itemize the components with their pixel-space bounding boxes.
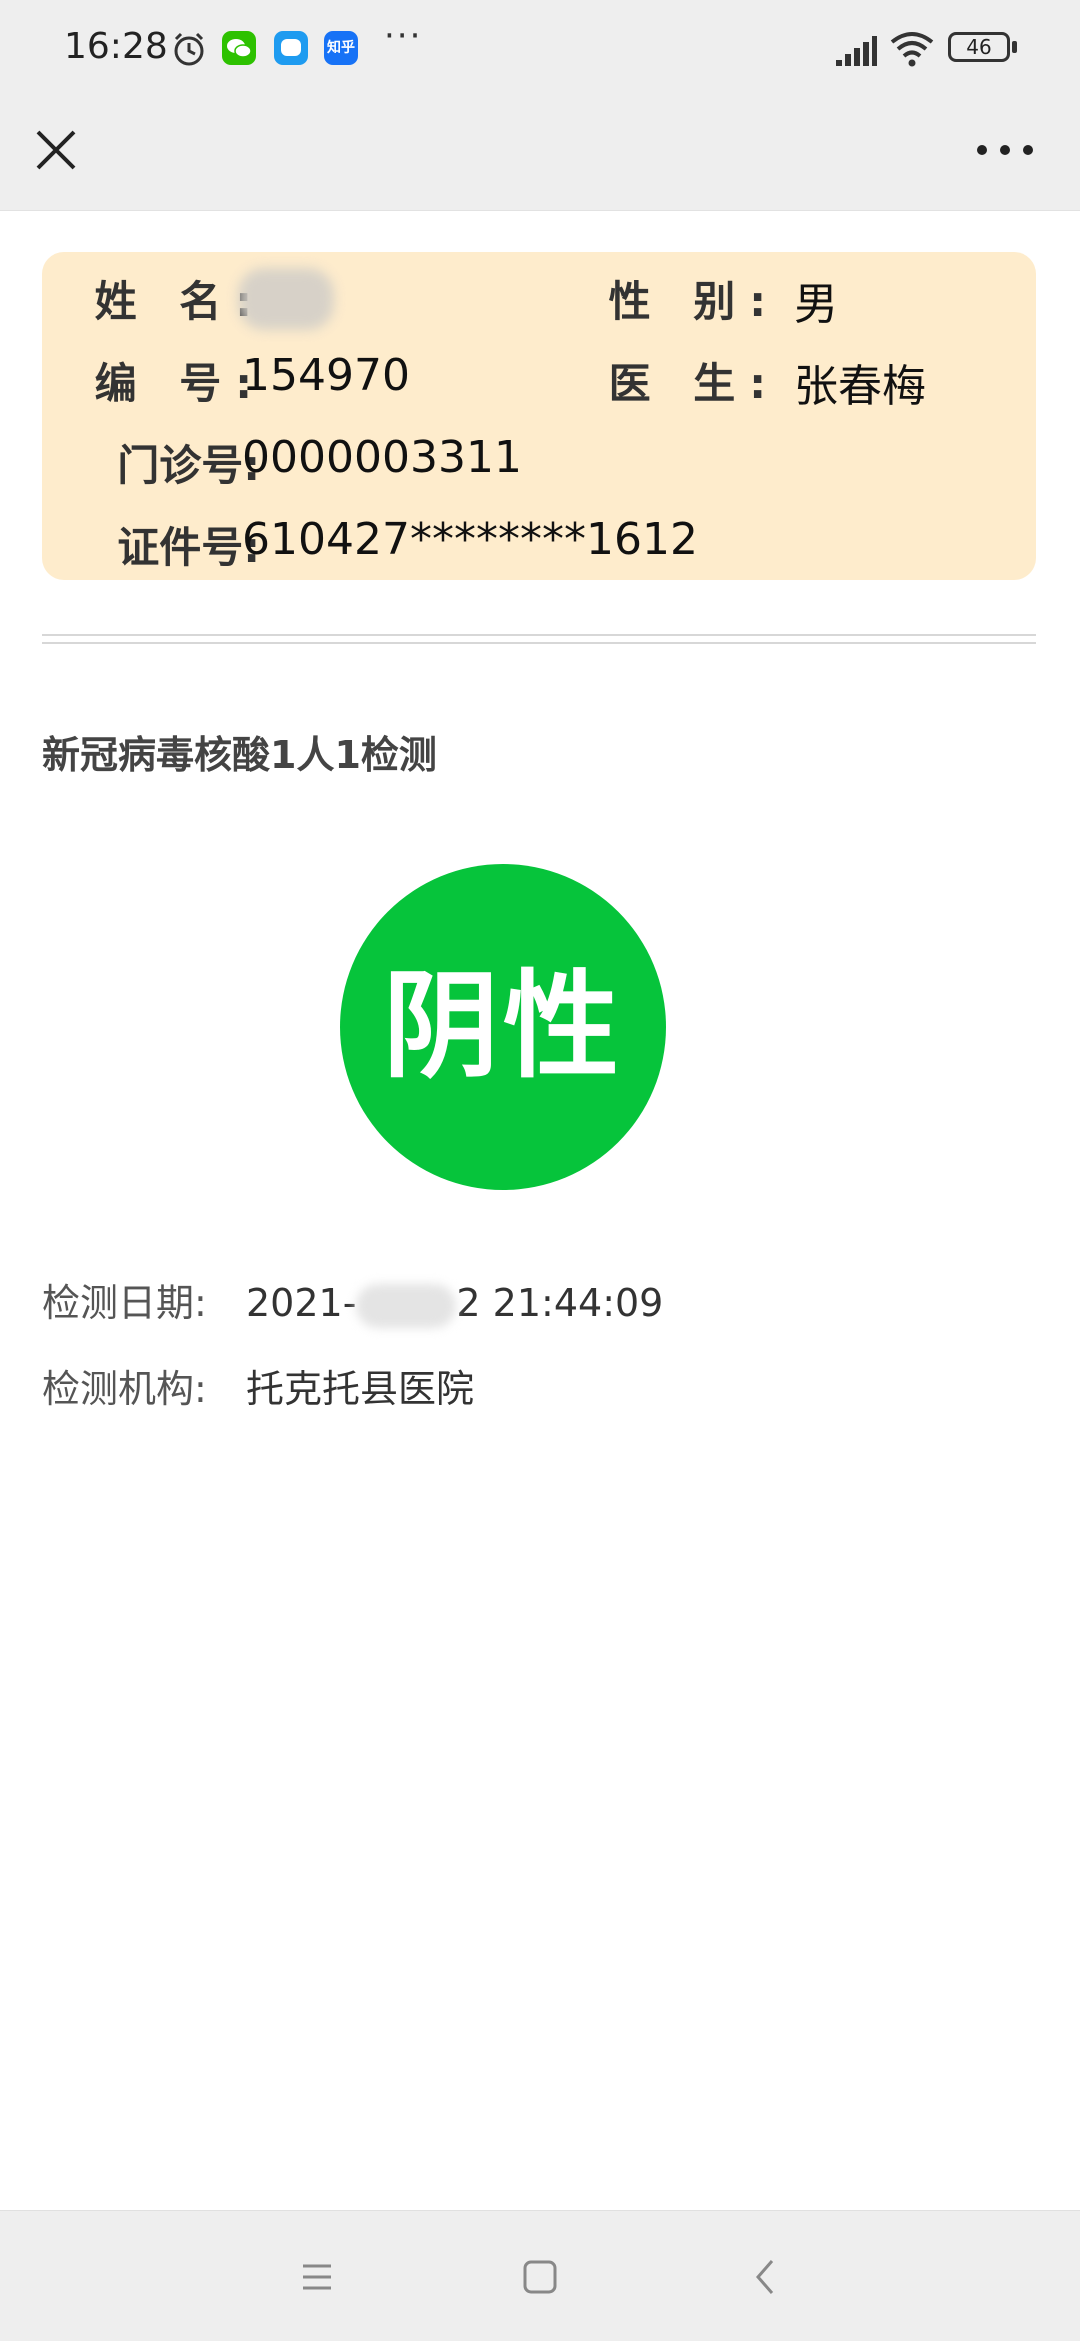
detection-date-suffix: 2 21:44:09 (456, 1281, 664, 1325)
id-label: 编 号: (94, 359, 266, 408)
doctor-value: 张春梅 (794, 361, 926, 412)
signal-icon (836, 36, 877, 66)
back-icon[interactable] (738, 2249, 794, 2305)
close-icon[interactable] (28, 122, 84, 178)
section-divider (42, 634, 1036, 644)
sex-label: 性 别: (608, 277, 780, 326)
result-text: 阴性 (383, 959, 623, 1094)
menu-icon[interactable] (289, 2249, 345, 2305)
testing-institution-value: 托克托县医院 (246, 1367, 475, 1411)
status-time: 16:28 (64, 26, 168, 67)
notification-more-indicator: ··· (384, 16, 423, 56)
battery-icon: 46 (948, 32, 1010, 62)
result-badge: 阴性 (340, 864, 666, 1190)
wechat-icon (222, 31, 256, 65)
date-redacted-blur (356, 1283, 457, 1328)
detection-date-prefix: 2021- (246, 1281, 357, 1325)
title-bar (0, 96, 1080, 211)
status-bar: 16:28 知乎 ··· 46 (0, 0, 1080, 96)
id-value: 154970 (242, 350, 410, 401)
detection-date-label: 检测日期: (42, 1281, 207, 1325)
doctor-label: 医 生: (608, 359, 780, 408)
clinic-number-label: 门诊号: (117, 441, 260, 490)
sex-value: 男 (794, 279, 838, 330)
test-title: 新冠病毒核酸1人1检测 (42, 733, 437, 777)
testing-institution-label: 检测机构: (42, 1367, 207, 1411)
system-nav-bar (0, 2210, 1080, 2341)
battery-tip (1012, 41, 1017, 53)
wifi-icon (890, 32, 934, 67)
clinic-number-value: 0000003311 (242, 432, 522, 483)
certificate-number-label: 证件号: (117, 523, 260, 572)
home-icon[interactable] (512, 2249, 568, 2305)
zhihu-icon: 知乎 (324, 31, 358, 65)
name-redacted-blur (238, 268, 334, 330)
detection-date-row: 检测日期: 2021- 2 21:44:09 (42, 1272, 663, 1328)
bubble-app-icon (274, 31, 308, 65)
certificate-number-value: 610427********1612 (242, 514, 698, 565)
alarm-icon (174, 32, 204, 66)
more-dots-icon[interactable] (970, 122, 1040, 178)
testing-institution-row: 检测机构: 托克托县医院 (42, 1358, 474, 1413)
patient-info-card: 姓 名: 性 别: 男 编 号: 154970 医 生: 张春梅 门诊号: 00… (42, 252, 1036, 580)
